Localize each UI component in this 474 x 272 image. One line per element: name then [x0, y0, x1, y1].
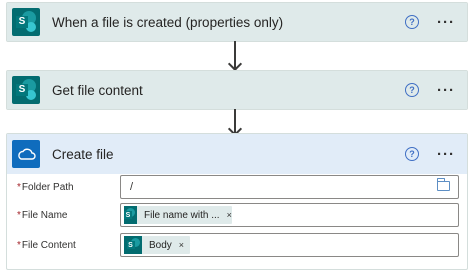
folder-path-row: *Folder Path /	[7, 174, 467, 200]
file-name-label: *File Name	[17, 209, 68, 221]
more-options-icon[interactable]: ···	[437, 15, 455, 30]
file-name-input[interactable]: S File name with ... ×	[120, 203, 459, 227]
create-file-header[interactable]: Create file ? ···	[7, 134, 467, 174]
sharepoint-icon: S	[12, 76, 40, 104]
file-name-token-text: File name with ...	[144, 209, 220, 221]
connector-arrow-head	[227, 56, 243, 72]
remove-token-icon[interactable]: ×	[179, 240, 184, 250]
more-options-icon[interactable]: ···	[437, 83, 455, 98]
help-icon[interactable]: ?	[405, 147, 419, 161]
folder-path-input[interactable]: /	[120, 175, 459, 199]
body-token-text: Body	[149, 239, 172, 251]
create-file-card[interactable]: Create file ? ··· *Folder Path / *File N…	[6, 133, 468, 270]
file-content-label: *File Content	[17, 239, 76, 251]
body-token[interactable]: S Body ×	[124, 236, 191, 254]
trigger-card-header[interactable]: S When a file is created (properties onl…	[7, 3, 467, 41]
file-content-input[interactable]: S Body ×	[120, 233, 459, 257]
sharepoint-icon: S	[124, 206, 137, 224]
file-name-row: *File Name S File name with ... ×	[7, 202, 467, 228]
remove-token-icon[interactable]: ×	[227, 210, 232, 220]
help-icon[interactable]: ?	[405, 83, 419, 97]
get-file-content-title[interactable]: Get file content	[52, 83, 405, 98]
create-file-title[interactable]: Create file	[52, 147, 405, 162]
file-content-row: *File Content S Body ×	[7, 232, 467, 258]
trigger-card[interactable]: S When a file is created (properties onl…	[6, 2, 468, 42]
file-name-token[interactable]: S File name with ... ×	[124, 206, 232, 224]
folder-path-value: /	[130, 181, 134, 193]
sharepoint-icon: S	[12, 8, 40, 36]
get-file-content-card[interactable]: S Get file content ? ···	[6, 70, 468, 110]
help-icon[interactable]: ?	[405, 15, 419, 29]
trigger-title[interactable]: When a file is created (properties only)	[52, 15, 405, 30]
folder-path-label: *Folder Path	[17, 181, 74, 193]
get-file-content-header[interactable]: S Get file content ? ···	[7, 71, 467, 109]
more-options-icon[interactable]: ···	[437, 147, 455, 162]
onedrive-icon	[12, 140, 40, 168]
folder-icon[interactable]	[437, 178, 450, 191]
sharepoint-icon: S	[124, 236, 142, 254]
